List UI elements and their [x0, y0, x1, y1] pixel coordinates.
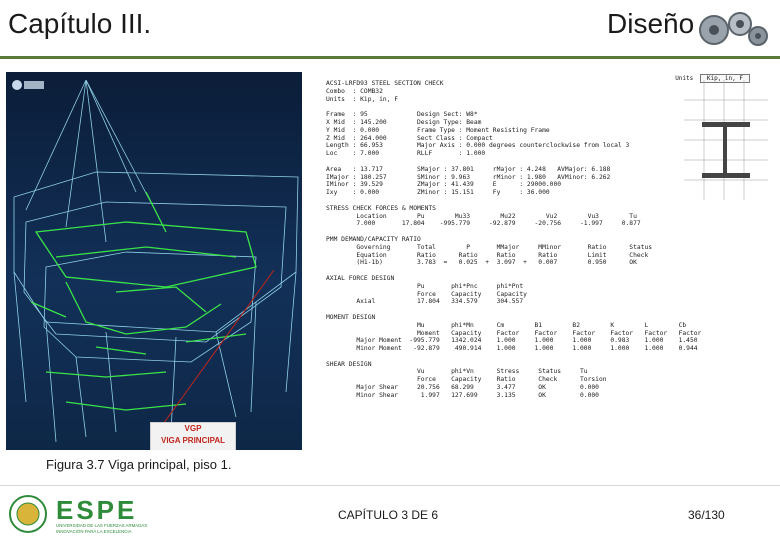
footer-rule [0, 485, 780, 486]
structure-model-image: VGP VIGA PRINCIPAL [6, 72, 302, 450]
espe-logo: ESPE UNIVERSIDAD DE LAS FUERZAS ARMADAS … [9, 495, 147, 534]
logo-motto: INNOVACIÓN PARA LA EXCELENCIA [56, 529, 132, 534]
section-title: Diseño [607, 8, 695, 39]
annotation-arrow [160, 269, 275, 428]
vgp-label: VGP [184, 424, 202, 433]
figure-caption: Figura 3.7 Viga principal, piso 1. [46, 457, 232, 472]
logo-text: ESPE [56, 495, 137, 525]
viga-principal-label: VIGA PRINCIPAL [160, 436, 225, 445]
sap-logo-icon [12, 80, 44, 90]
page-number: 36/130 [688, 508, 725, 522]
header-rule [0, 56, 780, 59]
section-diagram [684, 80, 768, 200]
structure-frame [13, 79, 299, 443]
footer-chapter: CAPÍTULO 3 DE 6 [338, 508, 439, 522]
structure-members [30, 191, 257, 411]
logo-subtitle: UNIVERSIDAD DE LAS FUERZAS ARMADAS [56, 523, 147, 528]
vgp-label-box: VGP VIGA PRINCIPAL [150, 422, 236, 450]
chapter-title: Capítulo III. [8, 8, 152, 39]
gears-icon [699, 12, 768, 46]
structure-model-drawing [12, 79, 299, 443]
slide-header: Capítulo III. Diseño [0, 0, 780, 59]
